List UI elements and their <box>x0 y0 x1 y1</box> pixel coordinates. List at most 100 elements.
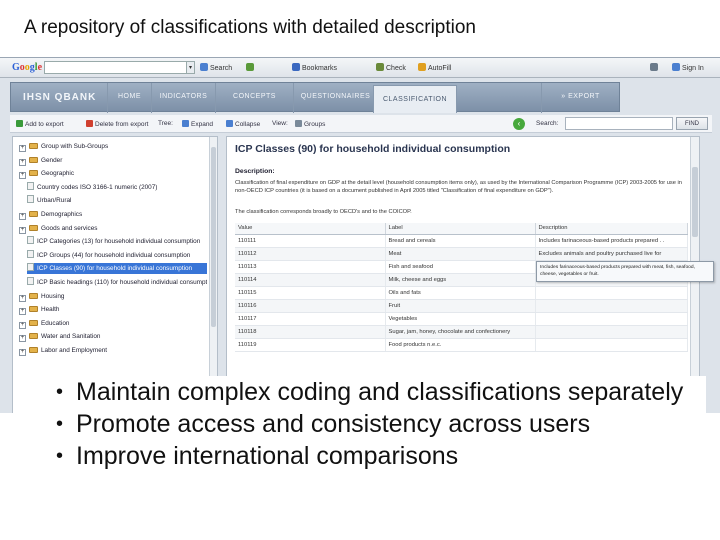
cell-label: Vegetables <box>385 312 536 326</box>
tab-questionnaires[interactable]: QUESTIONNAIRES <box>293 83 377 113</box>
bullet-item: • Promote access and consistency across u… <box>42 408 706 440</box>
expand-toggle-icon[interactable]: + <box>19 158 26 166</box>
tab-indicators[interactable]: INDICATORS <box>151 83 215 113</box>
cell-description <box>535 312 688 326</box>
delete-icon <box>86 120 93 127</box>
expand-toggle-icon[interactable]: + <box>19 321 26 329</box>
detail-scroll-thumb[interactable] <box>692 167 698 237</box>
search-icon <box>200 63 208 71</box>
tree-node[interactable]: + Demographics <box>19 209 205 220</box>
cell-value: 110116 <box>235 299 386 313</box>
groups-icon <box>295 120 302 127</box>
expand-toggle-icon[interactable]: + <box>19 335 26 343</box>
tree-node[interactable]: ICP Basic headings (110) for household i… <box>27 277 207 288</box>
add-icon <box>16 120 23 127</box>
tab-export[interactable]: » EXPORT <box>541 83 619 113</box>
table-row[interactable]: 110116 Fruit <box>235 299 688 313</box>
find-button[interactable]: FIND <box>676 117 708 130</box>
google-signin-button[interactable]: Sign In <box>672 63 704 72</box>
tree-scrollbar[interactable] <box>209 137 217 413</box>
tree-node[interactable]: + Water and Sanitation <box>19 331 205 343</box>
tree-scroll-thumb[interactable] <box>211 147 216 327</box>
bullet-text: Improve international comparisons <box>76 442 459 470</box>
app-brand: IHSN QBANK <box>23 92 97 103</box>
tree-node-label: Gender <box>41 156 63 164</box>
table-row[interactable]: 110111 Bread and cereals Includes farinace… <box>235 234 688 248</box>
star-icon <box>292 63 300 71</box>
folder-icon <box>29 306 38 313</box>
bullet-dot-icon: • <box>56 445 64 467</box>
tree-node[interactable]: Country codes ISO 3166-1 numeric (2007) <box>27 181 207 193</box>
expand-toggle-icon[interactable]: + <box>19 145 26 152</box>
google-check-button[interactable]: Check <box>376 63 406 72</box>
folder-icon <box>29 170 38 177</box>
bullet-text: Maintain complex coding and classificati… <box>76 378 684 406</box>
tree-label: Tree: <box>158 120 173 127</box>
google-bookmarks-button[interactable]: Bookmarks <box>292 63 337 72</box>
expand-toggle-icon[interactable]: + <box>19 172 26 180</box>
column-header-label[interactable]: Label <box>385 223 536 235</box>
tree-node[interactable]: + Health <box>19 304 205 316</box>
tree-node-label: Country codes ISO 3166-1 numeric (2007) <box>37 183 158 191</box>
column-header-value[interactable]: Value <box>235 223 386 235</box>
bullet-text: Promote access and consistency across us… <box>76 410 591 438</box>
folder-icon <box>29 143 38 149</box>
table-row[interactable]: 110115 Oils and fats <box>235 286 688 300</box>
collapse-button[interactable]: Collapse <box>226 120 260 128</box>
cell-value: 110119 <box>235 338 386 352</box>
spellcheck-icon <box>376 63 384 71</box>
cell-label: Milk, cheese and eggs <box>385 273 536 287</box>
table-row[interactable]: 110117 Vegetables <box>235 312 688 326</box>
tab-concepts[interactable]: CONCEPTS <box>215 83 293 113</box>
tree-node[interactable]: + Geographic <box>19 168 205 180</box>
tree-node[interactable]: + Housing <box>19 291 205 302</box>
tree-node[interactable]: + Education <box>19 318 205 329</box>
google-misc-button[interactable] <box>246 63 256 72</box>
expand-button[interactable]: Expand <box>182 120 213 128</box>
tree-node-label: ICP Groups (44) for household individual… <box>37 251 191 259</box>
table-row[interactable]: 110112 Meat Excludes animals and poultry p… <box>235 247 688 261</box>
detail-title: ICP Classes (90) for household individua… <box>235 143 511 155</box>
expand-toggle-icon[interactable]: + <box>19 213 26 220</box>
cell-description <box>535 299 688 313</box>
tree-node[interactable]: + Group with Sub-Groups <box>19 141 205 152</box>
groups-view-button[interactable]: Groups <box>295 120 325 128</box>
expand-toggle-icon[interactable]: + <box>19 294 26 302</box>
expand-toggle-icon[interactable]: + <box>19 349 26 356</box>
tree-node[interactable]: + Gender <box>19 155 205 166</box>
table-row[interactable]: 110119 Food products n.e.c. <box>235 338 688 352</box>
delete-from-export-button[interactable]: Delete from export <box>86 120 148 128</box>
tree-node[interactable]: + Goods and services <box>19 223 205 234</box>
google-settings-button[interactable] <box>650 63 660 72</box>
tab-classification[interactable]: CLASSIFICATION <box>373 85 457 113</box>
google-search-input[interactable] <box>44 61 194 74</box>
go-back-button[interactable]: ‹ <box>513 118 525 130</box>
column-header-description[interactable]: Description <box>535 223 688 235</box>
tree-node[interactable]: ICP Groups (44) for household individual… <box>27 249 207 261</box>
tree-node[interactable]: ICP Categories (13) for household indivi… <box>27 236 207 247</box>
tree-node[interactable]: Urban/Rural <box>27 195 207 206</box>
tree-node-label: Health <box>41 306 60 314</box>
cell-value: 110118 <box>235 325 386 339</box>
description-text: Classification of final expenditure on G… <box>235 180 682 194</box>
search-label: Search: <box>536 120 559 127</box>
tree-node-label: Housing <box>41 292 65 300</box>
cell-label: Fruit <box>385 299 536 313</box>
user-icon <box>672 63 680 71</box>
add-to-export-button[interactable]: Add to export <box>16 120 64 128</box>
google-search-dropdown[interactable]: ▾ <box>186 61 195 74</box>
bullet-item: • Improve international comparisons <box>42 440 706 472</box>
tree-node[interactable]: + Labor and Employment <box>19 345 205 356</box>
expand-toggle-icon[interactable]: + <box>19 226 26 234</box>
google-search-button[interactable]: Search <box>200 63 232 72</box>
tree-node[interactable]: ICP Classes (90) for household individua… <box>27 263 207 275</box>
google-autofill-button[interactable]: AutoFill <box>418 63 451 72</box>
classification-search-input[interactable] <box>565 117 673 130</box>
table-row[interactable]: 110118 Sugar, jam, honey, chocolate and c… <box>235 325 688 339</box>
tree-node-label: Labor and Employment <box>41 347 108 354</box>
folder-icon <box>29 347 38 353</box>
expand-toggle-icon[interactable]: + <box>19 308 26 316</box>
tab-home[interactable]: HOME <box>107 83 151 113</box>
cell-description <box>535 325 688 339</box>
document-icon <box>27 195 34 204</box>
